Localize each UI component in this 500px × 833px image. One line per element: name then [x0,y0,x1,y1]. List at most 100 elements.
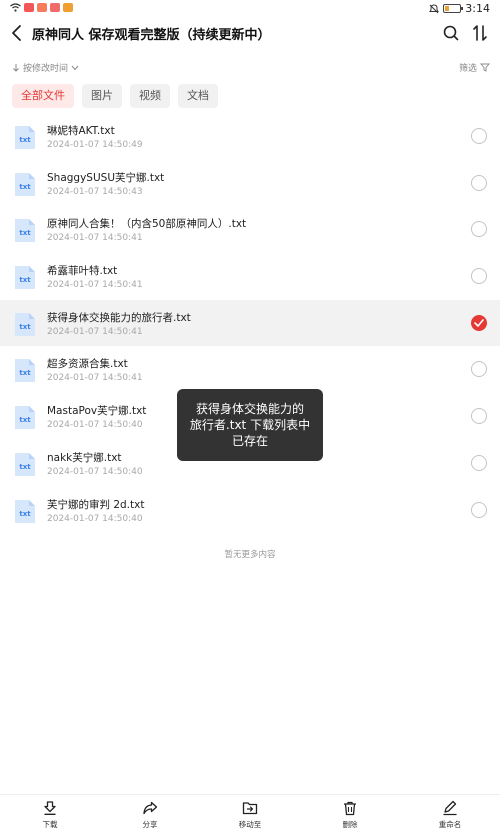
share-label: 分享 [142,820,158,829]
delete-button[interactable]: 删除 [320,800,380,830]
back-button[interactable] [8,22,28,44]
file-select-checkbox[interactable] [471,174,487,191]
file-select-checkbox[interactable] [471,408,487,425]
txt-file-icon: txt [15,359,35,383]
file-row[interactable]: txt 芙宁娜的审判 2d.txt 2024-01-07 14:50:40 [0,487,500,534]
tab-images[interactable]: 图片 [82,84,122,108]
file-row[interactable]: txt 希露菲叶特.txt 2024-01-07 14:50:41 [0,253,500,300]
status-bar: 3:14 [0,0,500,18]
file-name: 超多资源合集.txt [47,358,128,371]
filter-icon [480,63,490,72]
download-button[interactable]: 下载 [20,800,80,830]
file-list: txt 琳妮特AKT.txt 2024-01-07 14:50:49 txt Shagg… [0,113,500,533]
pen-icon [443,800,457,816]
checkmark-icon [474,318,484,327]
file-row[interactable]: txt ShaggySUSU芙宁娜.txt 2024-01-07 14:50:43 [0,160,500,207]
file-row[interactable]: txt 获得身体交换能力的旅行者.txt 2024-01-07 14:50:41 [0,299,500,347]
toast-line-2: 旅行者.txt 下载列表中 [189,418,311,432]
file-type-label: txt [19,416,31,424]
file-name: ShaggySUSU芙宁娜.txt [47,171,165,184]
mail-notification-icon [63,3,73,12]
page-title: 原神同人 保存观看完整版（持续更新中） [32,28,271,43]
file-date: 2024-01-07 14:50:41 [47,373,143,384]
file-row[interactable]: txt 超多资源合集.txt 2024-01-07 14:50:41 [0,346,500,393]
list-end-text: 暂无更多内容 [224,550,276,560]
message-notification-icon [24,3,34,12]
delete-label: 删除 [342,820,358,829]
file-date: 2024-01-07 14:50:41 [47,280,143,291]
txt-file-icon: txt [15,499,35,523]
file-select-checkbox[interactable] [471,454,487,471]
bottom-action-bar: 下载 分享 移动至 删除 重命名 [0,794,500,833]
filter-label: 筛选 [458,64,477,74]
app-notification-icon [37,3,47,12]
file-type-label: txt [19,323,31,331]
file-date: 2024-01-07 14:50:41 [47,233,143,244]
download-label: 下载 [42,820,58,829]
chat-notification-icon [50,3,60,12]
file-type-label: txt [19,369,31,377]
file-name: 原神同人合集！（内含50部原神同人）.txt [47,218,247,231]
status-right: 3:14 [429,2,490,15]
file-type-label: txt [19,183,31,191]
tab-all-files[interactable]: 全部文件 [12,84,74,108]
file-type-label: txt [19,229,31,237]
toast-line-3: 已存在 [231,434,268,448]
rename-label: 重命名 [438,820,462,829]
file-select-checkbox[interactable] [471,221,487,238]
txt-file-icon: txt [15,312,35,336]
search-icon [443,25,459,41]
trash-icon [344,801,356,816]
file-date: 2024-01-07 14:50:40 [47,420,143,431]
back-arrow-icon [12,25,21,41]
file-type-label: txt [19,276,31,284]
title-bar: 原神同人 保存观看完整版（持续更新中） [0,18,500,50]
download-icon [44,801,56,815]
down-arrow-icon [13,64,19,72]
sort-label: 按修改时间 [23,64,69,74]
file-name: 希露菲叶特.txt [47,265,118,278]
share-button[interactable]: 分享 [120,800,180,830]
chevron-down-icon [71,65,79,70]
move-to-folder-icon [242,802,258,815]
filter-button[interactable]: 筛选 [459,61,490,74]
sort-arrows-icon [473,25,487,41]
status-time: 3:14 [465,2,490,15]
file-date: 2024-01-07 14:50:41 [47,326,143,337]
file-select-checkbox[interactable] [471,268,487,285]
category-tabs: 全部文件 图片 视频 文档 [12,84,218,108]
file-date: 2024-01-07 14:50:43 [47,186,143,197]
file-name: 获得身体交换能力的旅行者.txt [47,311,191,324]
sort-selector[interactable]: 按修改时间 [12,61,79,74]
txt-file-icon: txt [15,219,35,243]
txt-file-icon: txt [15,172,35,196]
file-date: 2024-01-07 14:50:49 [47,140,143,150]
move-button[interactable]: 移动至 [220,800,280,830]
file-select-checkbox[interactable] [471,361,487,378]
txt-file-icon: txt [15,266,35,290]
file-date: 2024-01-07 14:50:40 [47,466,143,477]
file-select-checkbox[interactable] [471,128,487,144]
rename-button[interactable]: 重命名 [420,800,480,830]
txt-file-icon: txt [15,406,35,430]
file-select-checkbox[interactable] [471,314,487,331]
toast-message: 获得身体交换能力的 旅行者.txt 下载列表中 已存在 [177,389,323,461]
file-row[interactable]: txt 琳妮特AKT.txt 2024-01-07 14:50:49 [0,113,500,160]
wifi-icon [10,3,21,12]
file-type-label: txt [19,463,31,471]
file-select-checkbox[interactable] [471,501,487,518]
tab-videos[interactable]: 视频 [130,84,170,108]
file-name: nakk芙宁娜.txt [47,451,122,464]
status-left-icons [10,3,73,12]
sort-order-button[interactable] [470,22,490,44]
file-row[interactable]: txt 原神同人合集！（内含50部原神同人）.txt 2024-01-07 14:5… [0,206,500,253]
file-name: 琳妮特AKT.txt [47,125,115,137]
battery-icon [443,4,464,13]
txt-file-icon: txt [15,452,35,476]
file-name: MastaPov芙宁娜.txt [47,405,147,418]
txt-file-icon: txt [15,126,35,149]
move-label: 移动至 [238,820,262,829]
tab-documents[interactable]: 文档 [178,84,218,108]
mute-icon [429,3,440,13]
search-button[interactable] [441,23,461,43]
